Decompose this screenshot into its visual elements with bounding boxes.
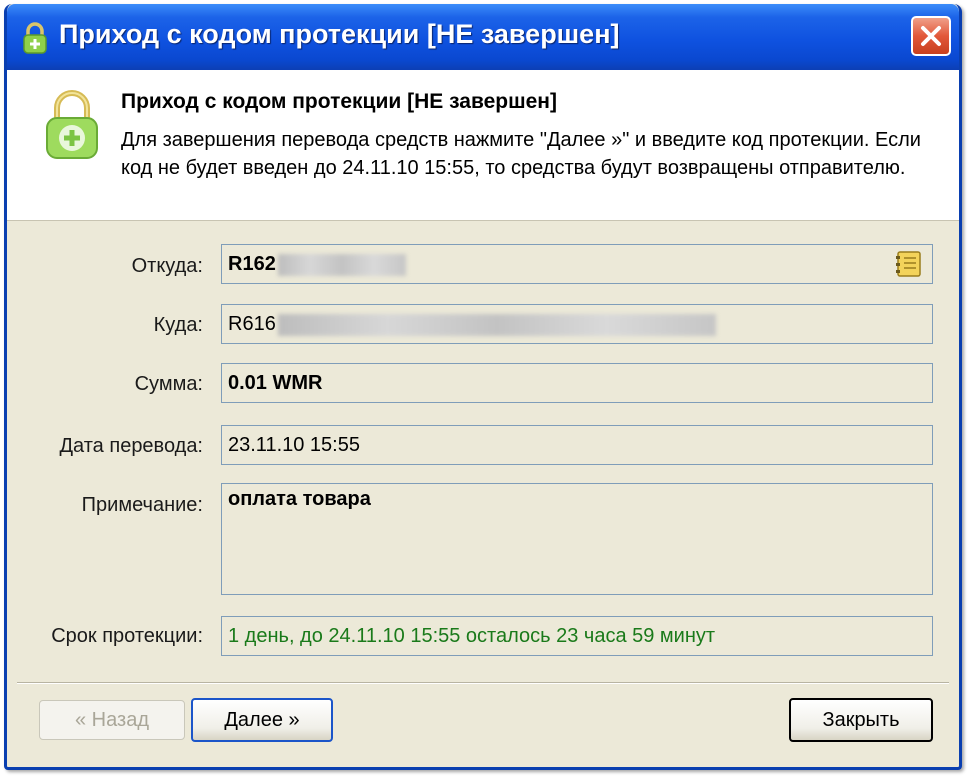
amount-value: 0.01 WMR [228,372,323,394]
window-title: Приход с кодом протекции [НЕ завершен] [59,19,620,49]
close-window-button[interactable] [911,16,951,56]
dialog-window: Приход с кодом протекции [НЕ завершен] П… [4,4,962,770]
padlock-icon [23,22,47,54]
to-value: R616 [228,313,276,335]
date-value: 23.11.10 15:55 [228,434,360,456]
amount-field[interactable]: 0.01 WMR [221,363,933,403]
amount-label: Сумма: [134,373,203,395]
date-field[interactable]: 23.11.10 15:55 [221,425,933,465]
to-label: Куда: [153,314,203,336]
protection-label: Срок протекции: [51,625,203,647]
address-book-icon[interactable] [894,249,924,279]
from-label: Откуда: [131,255,203,277]
back-button[interactable]: « Назад [39,700,185,740]
note-value: оплата товара [228,488,371,510]
next-button[interactable]: Далее » [191,698,333,742]
close-icon [921,26,941,46]
padlock-plus-icon [46,90,98,159]
protection-value: 1 день, до 24.11.10 15:55 осталось 23 ча… [228,625,716,647]
header-title: Приход с кодом протекции [НЕ завершен] [121,90,557,113]
date-label: Дата перевода: [59,435,203,457]
close-button[interactable]: Закрыть [789,698,933,742]
protection-field: 1 день, до 24.11.10 15:55 осталось 23 ча… [221,616,933,656]
from-value: R162 [228,253,276,275]
from-field[interactable]: R162 [221,244,933,284]
redacted-wallet [277,313,716,336]
footer-divider [17,682,949,684]
title-bar[interactable]: Приход с кодом протекции [НЕ завершен] [7,4,959,70]
to-field[interactable]: R616 [221,304,933,344]
note-label: Примечание: [81,494,203,516]
redacted-wallet [277,253,406,276]
note-field[interactable]: оплата товара [221,483,933,595]
header-description: Для завершения перевода средств нажмите … [121,129,921,179]
header-panel: Приход с кодом протекции [НЕ завершен] Д… [7,70,959,221]
